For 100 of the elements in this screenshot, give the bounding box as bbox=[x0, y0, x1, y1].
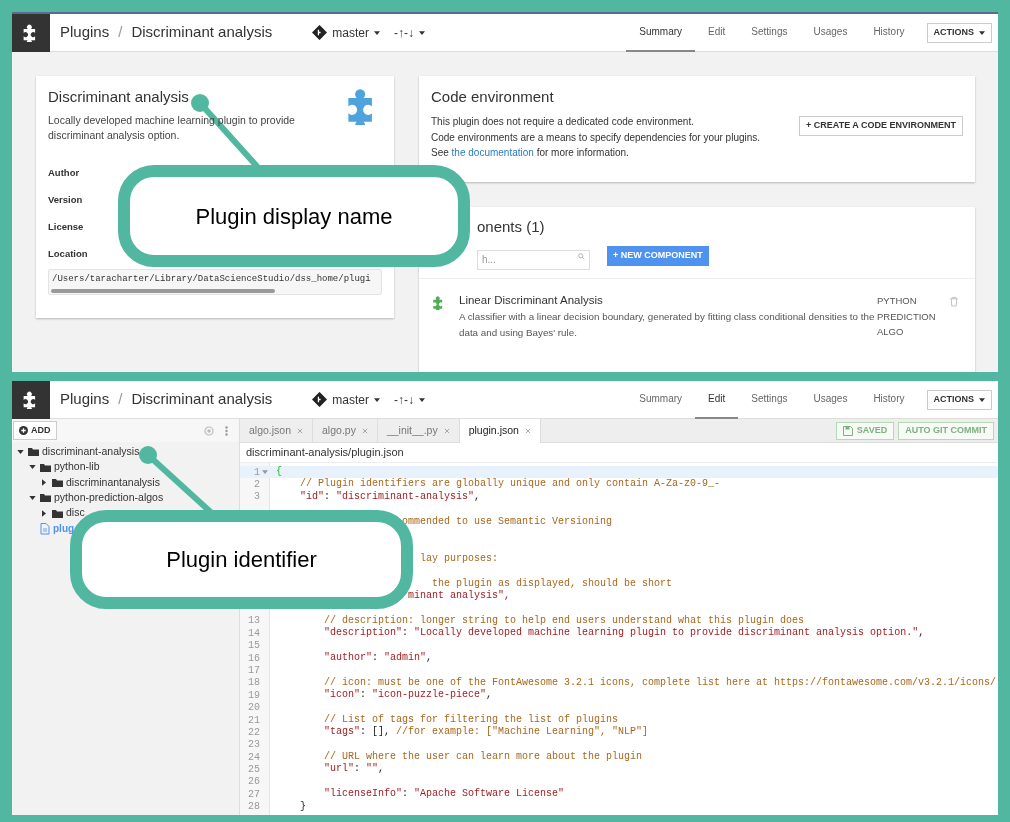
nav-tab[interactable]: Summary bbox=[626, 381, 696, 419]
search-field[interactable]: h... bbox=[477, 249, 590, 270]
branch-dropdown[interactable]: master bbox=[312, 390, 380, 409]
breadcrumb-separator: / bbox=[118, 22, 123, 43]
line-number: 25 bbox=[248, 763, 260, 777]
line-number: 27 bbox=[248, 787, 260, 802]
code-line: // URL where the user can learn more about the plugin bbox=[323, 751, 643, 763]
breadcrumb-link[interactable]: Plugins bbox=[60, 388, 110, 411]
line-number: 16 bbox=[248, 651, 260, 666]
logo-icon[interactable] bbox=[12, 14, 50, 52]
trash-icon[interactable] bbox=[949, 296, 959, 307]
code-line: // description: longer string to help end users understand what this plugin does bbox=[323, 614, 805, 627]
code-line: "description": "Locally developed machine learning plugin to provide discriminant analysis option.", bbox=[323, 627, 925, 640]
line-number: 3 bbox=[254, 490, 260, 505]
caret-icon bbox=[373, 30, 380, 35]
field-label: Version bbox=[48, 193, 83, 207]
line-number: 28 bbox=[248, 800, 260, 815]
line-number: 24 bbox=[248, 750, 260, 765]
search-icon bbox=[578, 253, 585, 260]
nav-tab[interactable]: Summary bbox=[626, 14, 696, 52]
sync-dropdown[interactable]: -↑-↓ bbox=[393, 23, 425, 42]
file-tab[interactable]: algo.json bbox=[240, 419, 314, 443]
folder-icon bbox=[40, 493, 51, 503]
close-icon[interactable] bbox=[361, 428, 368, 434]
logo-icon[interactable] bbox=[12, 381, 50, 419]
nav-tab[interactable]: Settings bbox=[738, 381, 801, 419]
nav-tab[interactable]: Edit bbox=[695, 14, 739, 52]
nav-tab[interactable]: Usages bbox=[800, 14, 861, 52]
page-title: Discriminant analysis bbox=[131, 22, 273, 43]
caret-icon bbox=[418, 30, 425, 35]
actions-button[interactable]: ACTIONS bbox=[926, 389, 992, 410]
git-icon bbox=[312, 25, 328, 40]
component-tag: ALGO bbox=[877, 324, 947, 340]
code-line: "tags": [], //for example: ["Machine Learning", "NLP"] bbox=[323, 726, 649, 739]
sync-dropdown[interactable]: -↑-↓ bbox=[393, 390, 425, 409]
branch-dropdown[interactable]: master bbox=[312, 23, 380, 42]
tree-item[interactable]: python-lib bbox=[54, 459, 100, 475]
fold-icon[interactable] bbox=[262, 470, 268, 475]
line-number: 21 bbox=[248, 713, 260, 728]
folder-icon bbox=[40, 462, 51, 472]
component-description: A classifier with a linear decision boundary, generated by fitting class conditional densities to the data and using Bayes' rule. bbox=[459, 310, 875, 340]
info-text: This plugin does not require a dedicated code environment. bbox=[431, 115, 695, 129]
card-title: onents (1) bbox=[476, 217, 546, 236]
scrollbar[interactable] bbox=[51, 289, 275, 293]
tree-item[interactable]: python-prediction-algos bbox=[54, 490, 164, 506]
file-path: discriminant-analysis/plugin.json bbox=[240, 443, 998, 463]
nav-tab[interactable]: History bbox=[860, 381, 918, 419]
file-tab[interactable]: algo.py bbox=[313, 419, 378, 443]
location-field[interactable]: /Users/taracharter/Library/DataScienceStudio/dss_home/plugi bbox=[48, 269, 382, 295]
create-environment-button[interactable]: + CREATE A CODE ENVIRONMENT bbox=[799, 116, 963, 136]
more-icon[interactable] bbox=[225, 425, 228, 436]
code-line: "licenseInfo": "Apache Software License" bbox=[323, 788, 565, 801]
caret-icon bbox=[373, 397, 380, 402]
plugin-title: Discriminant analysis bbox=[48, 88, 190, 106]
component-name[interactable]: Linear Discriminant Analysis bbox=[459, 293, 875, 308]
component-tag: PREDICTION bbox=[877, 308, 947, 324]
field-label: Location bbox=[48, 247, 88, 261]
callout-box: Plugin display name bbox=[118, 165, 470, 267]
card-title: Code environment bbox=[431, 88, 555, 106]
line-number: 17 bbox=[248, 663, 260, 678]
breadcrumb-link[interactable]: Plugins bbox=[60, 21, 110, 44]
add-button[interactable]: ADD bbox=[13, 421, 57, 440]
line-number: 1 bbox=[254, 465, 260, 480]
tree-item[interactable]: discriminant-analysis bbox=[42, 443, 140, 460]
target-icon[interactable] bbox=[204, 425, 214, 436]
code-line: } bbox=[299, 800, 306, 813]
close-icon[interactable] bbox=[524, 428, 531, 434]
caret-icon bbox=[979, 30, 985, 35]
folder-icon bbox=[28, 447, 39, 457]
component-tag: PYTHON bbox=[877, 293, 947, 309]
field-label: Author bbox=[48, 166, 80, 180]
actions-button[interactable]: ACTIONS bbox=[926, 22, 992, 43]
line-number: 14 bbox=[248, 626, 260, 641]
nav-tab[interactable]: History bbox=[860, 14, 918, 52]
nav-tab[interactable]: Usages bbox=[800, 381, 861, 419]
breadcrumb-separator: / bbox=[118, 389, 123, 410]
folder-icon bbox=[52, 508, 63, 518]
line-number: 15 bbox=[248, 639, 260, 654]
code-line: the plugin as displayed, should be short bbox=[432, 577, 673, 590]
code-line: // List of tags for filtering the list of plugins bbox=[323, 713, 619, 726]
code-line: { bbox=[275, 466, 282, 479]
code-line: lay purposes: bbox=[420, 552, 498, 566]
code-line: "id": "discriminant-analysis", bbox=[299, 490, 481, 504]
line-number: 22 bbox=[248, 725, 260, 740]
tree-item[interactable]: discriminantanalysis bbox=[66, 474, 160, 491]
file-tab[interactable]: __init__.py bbox=[377, 419, 460, 443]
nav-tab[interactable]: Settings bbox=[738, 14, 801, 52]
git-icon bbox=[312, 392, 328, 407]
line-number: 23 bbox=[248, 738, 260, 753]
documentation-link[interactable]: the documentation bbox=[451, 147, 534, 158]
plugin-description: Locally developed machine learning plugin to provide discriminant analysis option. bbox=[48, 113, 296, 143]
caret-icon bbox=[418, 397, 425, 402]
caret-icon bbox=[979, 397, 985, 402]
close-icon[interactable] bbox=[297, 428, 304, 434]
info-text: See the documentation for more information. bbox=[431, 146, 630, 160]
info-text: Code environments are a means to specify dependencies for your plugins. bbox=[431, 130, 761, 145]
tree-item[interactable]: disc bbox=[66, 505, 85, 522]
close-icon[interactable] bbox=[443, 428, 450, 434]
file-tab[interactable]: plugin.json bbox=[459, 419, 541, 443]
code-line: minant analysis", bbox=[408, 589, 511, 603]
